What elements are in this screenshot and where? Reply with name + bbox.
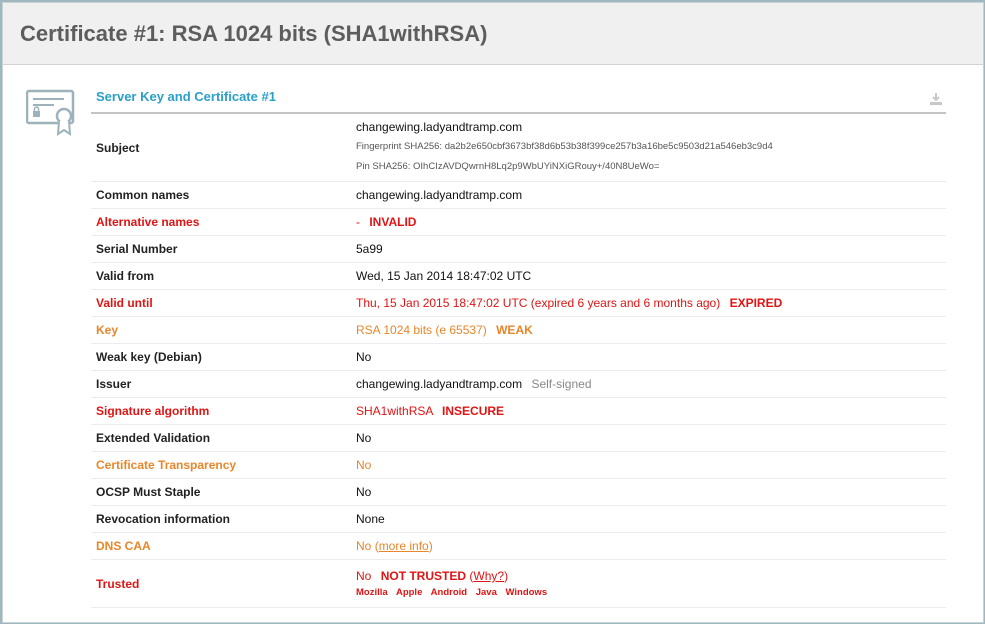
link-close-paren: ) bbox=[428, 539, 433, 553]
row-value: No bbox=[356, 431, 372, 445]
row-label: Valid until bbox=[96, 296, 153, 310]
row-value: changewing.ladyandtramp.com Self-signed bbox=[356, 377, 946, 391]
row-label: Subject bbox=[96, 140, 140, 155]
signature-algorithm-value: SHA1withRSA bbox=[356, 404, 433, 418]
trust-store-windows: Windows bbox=[505, 587, 548, 598]
row-label: Serial Number bbox=[96, 242, 178, 256]
row-label: Common names bbox=[96, 188, 190, 202]
row-alternative-names: Alternative names - INVALID bbox=[91, 209, 946, 236]
row-value: No bbox=[356, 350, 372, 364]
link-close-paren: ) bbox=[504, 569, 509, 583]
status-badge: EXPIRED bbox=[729, 296, 783, 310]
status-badge: WEAK bbox=[496, 323, 533, 337]
status-badge: NOT TRUSTED bbox=[380, 569, 467, 583]
alternative-names-value: - bbox=[356, 215, 360, 229]
section-title: Server Key and Certificate #1 bbox=[96, 89, 276, 104]
row-label: Signature algorithm bbox=[96, 404, 210, 418]
trust-store-android: Android bbox=[430, 587, 468, 598]
trust-store-mozilla: Mozilla bbox=[356, 587, 388, 598]
row-value: RSA 1024 bits (e 65537) WEAK bbox=[356, 323, 946, 337]
certificate-table: Subject changewing.ladyandtramp.com Fing… bbox=[91, 114, 946, 608]
row-value: None bbox=[356, 512, 385, 526]
certificate-icon bbox=[26, 89, 75, 136]
trusted-value: No bbox=[356, 569, 372, 583]
row-common-names: Common names changewing.ladyandtramp.com bbox=[91, 182, 946, 209]
row-label: Alternative names bbox=[96, 215, 200, 229]
row-value: Wed, 15 Jan 2014 18:47:02 UTC bbox=[356, 269, 532, 283]
row-label: Extended Validation bbox=[96, 431, 211, 445]
valid-until-value: Thu, 15 Jan 2015 18:47:02 UTC (expired 6… bbox=[356, 296, 721, 310]
row-value: SHA1withRSA INSECURE bbox=[356, 404, 946, 418]
row-dns-caa: DNS CAA No (more info) bbox=[91, 533, 946, 560]
subject-name: changewing.ladyandtramp.com bbox=[356, 120, 523, 134]
row-key: Key RSA 1024 bits (e 65537) WEAK bbox=[91, 317, 946, 344]
row-value: - INVALID bbox=[356, 215, 946, 229]
row-value: No bbox=[356, 485, 372, 499]
why-link[interactable]: Why? bbox=[473, 569, 504, 583]
row-value: No NOT TRUSTED (Why?) Mozilla Apple Andr… bbox=[356, 569, 946, 598]
row-label: DNS CAA bbox=[96, 539, 151, 553]
row-serial-number: Serial Number 5a99 bbox=[91, 236, 946, 263]
row-issuer: Issuer changewing.ladyandtramp.com Self-… bbox=[91, 371, 946, 398]
row-value: changewing.ladyandtramp.com Fingerprint … bbox=[356, 118, 946, 177]
row-label: Valid from bbox=[96, 269, 155, 283]
row-label: Revocation information bbox=[96, 512, 231, 526]
row-weak-key: Weak key (Debian) No bbox=[91, 344, 946, 371]
row-revocation-information: Revocation information None bbox=[91, 506, 946, 533]
row-ocsp-must-staple: OCSP Must Staple No bbox=[91, 479, 946, 506]
issuer-value: changewing.ladyandtramp.com bbox=[356, 377, 523, 391]
trust-store-list: Mozilla Apple Android Java Windows bbox=[356, 587, 946, 598]
row-label: Key bbox=[96, 323, 119, 337]
row-label: Issuer bbox=[96, 377, 132, 391]
more-info-link[interactable]: more info bbox=[379, 539, 429, 553]
row-label: Certificate Transparency bbox=[96, 458, 237, 472]
row-trusted: Trusted No NOT TRUSTED (Why?) Mozilla Ap… bbox=[91, 560, 946, 608]
row-extended-validation: Extended Validation No bbox=[91, 425, 946, 452]
issuer-note: Self-signed bbox=[531, 377, 592, 391]
row-label: Trusted bbox=[96, 576, 140, 591]
pin-sha256: Pin SHA256: OIhCIzAVDQwrnH8Lq2p9WbUYiNXi… bbox=[356, 161, 660, 172]
certificate-panel: Certificate #1: RSA 1024 bits (SHA1withR… bbox=[2, 2, 984, 623]
row-subject: Subject changewing.ladyandtramp.com Fing… bbox=[91, 114, 946, 182]
status-badge: INSECURE bbox=[442, 404, 505, 418]
section-header: Server Key and Certificate #1 bbox=[91, 83, 946, 114]
download-icon[interactable] bbox=[929, 92, 943, 106]
row-label: OCSP Must Staple bbox=[96, 485, 201, 499]
row-valid-from: Valid from Wed, 15 Jan 2014 18:47:02 UTC bbox=[91, 263, 946, 290]
fingerprint-sha256: Fingerprint SHA256: da2b2e650cbf3673bf38… bbox=[356, 141, 773, 152]
key-value: RSA 1024 bits (e 65537) bbox=[356, 323, 487, 337]
trust-store-apple: Apple bbox=[395, 587, 423, 598]
trust-store-java: Java bbox=[475, 587, 497, 598]
row-value: 5a99 bbox=[356, 242, 383, 256]
page-title: Certificate #1: RSA 1024 bits (SHA1withR… bbox=[20, 20, 488, 46]
row-certificate-transparency: Certificate Transparency No bbox=[91, 452, 946, 479]
row-signature-algorithm: Signature algorithm SHA1withRSA INSECURE bbox=[91, 398, 946, 425]
row-valid-until: Valid until Thu, 15 Jan 2015 18:47:02 UT… bbox=[91, 290, 946, 317]
row-label: Weak key (Debian) bbox=[96, 350, 202, 364]
row-value: No bbox=[356, 458, 372, 472]
row-value: No (more info) bbox=[356, 539, 946, 553]
dns-caa-value: No bbox=[356, 539, 372, 553]
status-badge: INVALID bbox=[369, 215, 417, 229]
row-value: changewing.ladyandtramp.com bbox=[356, 188, 523, 202]
row-value: Thu, 15 Jan 2015 18:47:02 UTC (expired 6… bbox=[356, 296, 946, 310]
panel-header: Certificate #1: RSA 1024 bits (SHA1withR… bbox=[3, 3, 983, 65]
